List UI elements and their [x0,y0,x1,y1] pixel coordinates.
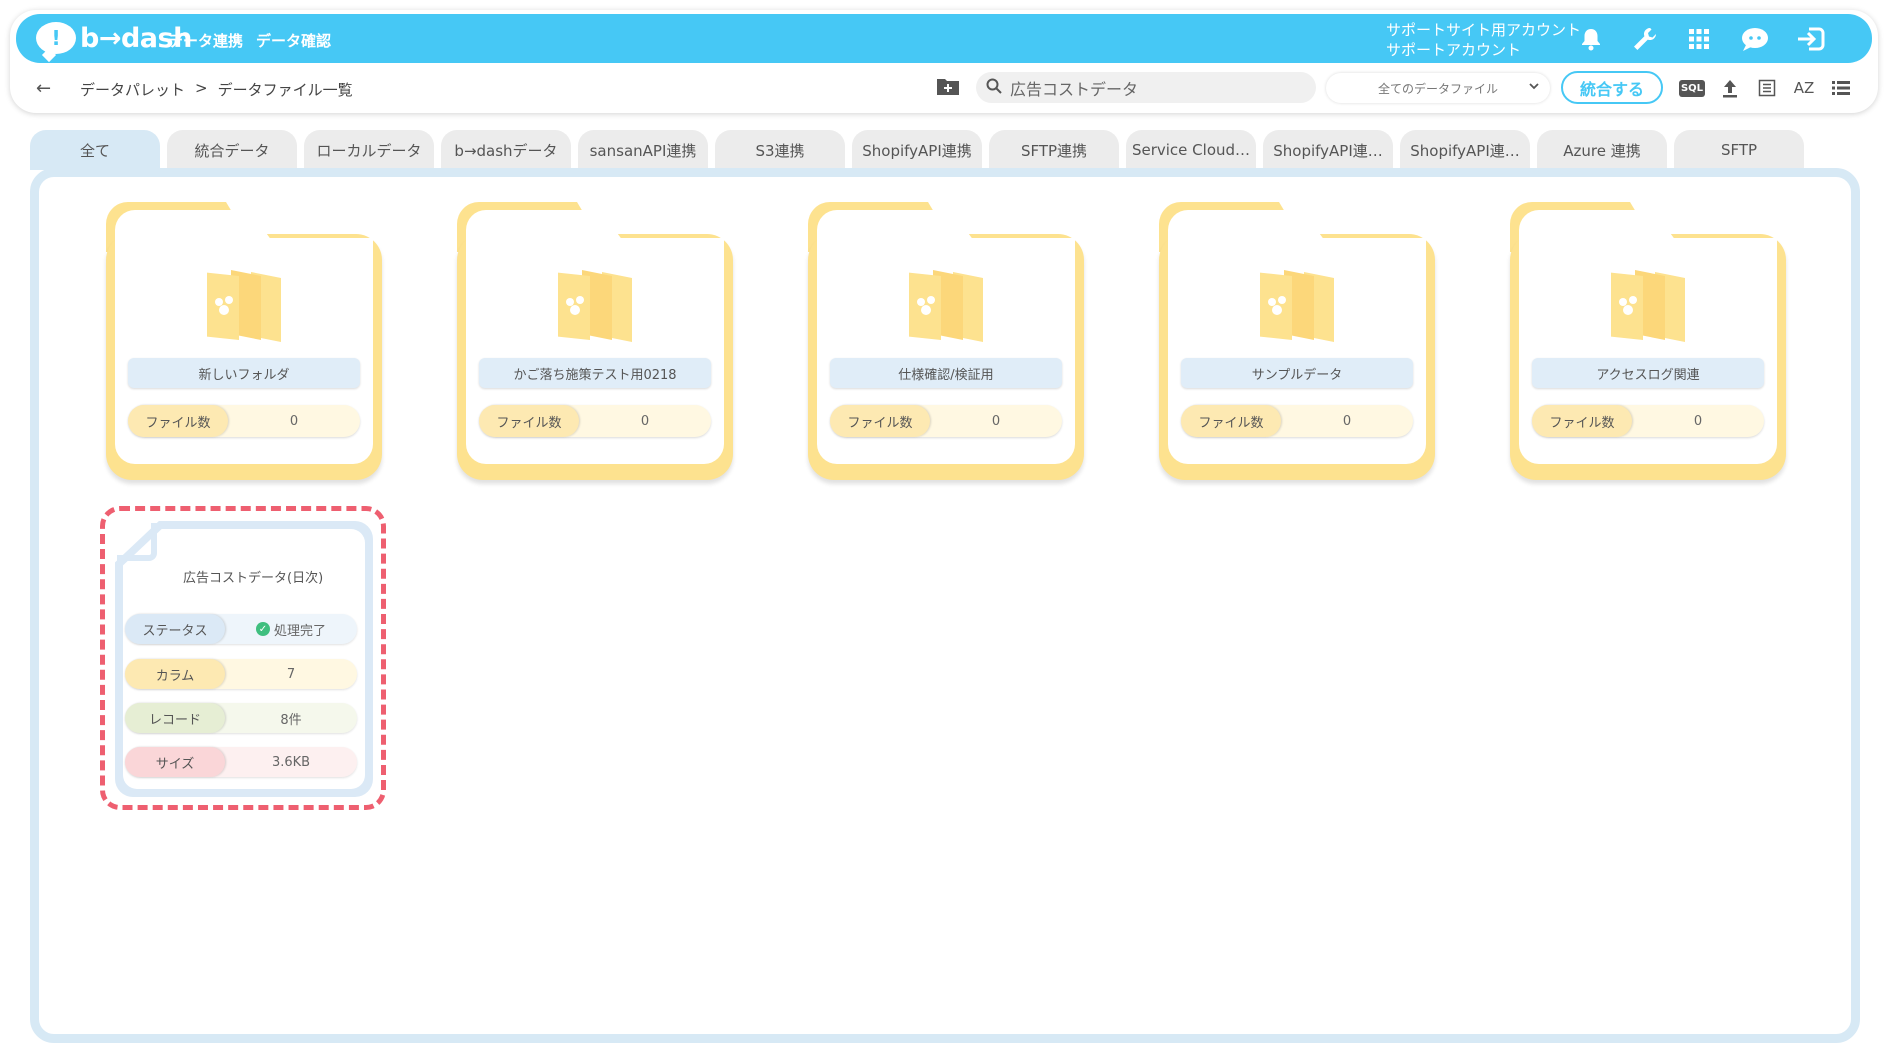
folder-file-count: ファイル数 0 [830,405,1062,437]
folder-count-label: ファイル数 [830,405,930,437]
tab-shopify-api-3[interactable]: ShopifyAPI連… [1400,130,1530,170]
column-value: 7 [286,666,296,682]
tab-sftp[interactable]: SFTP [1674,130,1804,170]
file-type-select[interactable]: 全てのデータファイル [1326,73,1550,103]
status-text: 処理完了 [273,623,326,639]
account-site-name: サポートサイト用アカウント [1386,21,1582,39]
top-navigation-bar: ! b→dash データ連携 データ確認 サポートサイト用アカウント サポートア… [16,14,1872,63]
status-label: ステータス [125,614,225,644]
folder-file-count: ファイル数 0 [1181,405,1413,437]
sort-az-label: AZ [1793,79,1815,97]
file-name: 広告コストデータ(日次) [183,571,324,586]
folder-count-value: 0 [640,413,650,429]
upload-icon[interactable] [1717,76,1743,100]
breadcrumb-current: データファイル一覧 [217,81,353,99]
breadcrumb-root[interactable]: データパレット [80,79,185,100]
folder-count-value: 0 [1342,413,1352,429]
folder-files-icon [558,270,632,342]
folder-card[interactable]: サンプルデータ ファイル数 0 [1159,202,1435,480]
folder-count-value: 0 [1693,413,1703,429]
nav-data-check[interactable]: データ確認 [256,30,331,51]
tab-s3[interactable]: S3連携 [715,130,845,170]
highlighted-file-card[interactable]: 広告コストデータ(日次) ステータス ✓ 処理完了 カラム 7 レコード 8件 … [100,506,386,810]
file-column-row: カラム 7 [125,659,357,689]
account-user-name: サポートアカウント [1386,41,1522,59]
folder-name: サンプルデータ [1181,358,1413,388]
folder-files-icon [909,270,983,342]
check-circle-icon: ✓ [255,622,270,636]
tab-merged-data[interactable]: 統合データ [167,130,297,170]
nav-data-integration[interactable]: データ連携 [168,30,243,51]
tab-all[interactable]: 全て [30,130,160,170]
wrench-icon[interactable] [1630,24,1660,54]
folder-count-value: 0 [991,413,1001,429]
account-info[interactable]: サポートサイト用アカウント サポートアカウント [1386,20,1581,60]
file-size-row: サイズ 3.6KB [125,747,357,777]
folder-files-icon [1611,270,1685,342]
column-label: カラム [125,659,225,689]
size-value: 3.6KB [271,754,311,770]
tab-azure[interactable]: Azure 連携 [1537,130,1667,170]
tab-sftp-link[interactable]: SFTP連携 [989,130,1119,170]
folder-file-count: ファイル数 0 [479,405,711,437]
list-view-icon[interactable] [1754,76,1780,100]
folder-file-count: ファイル数 0 [1532,405,1764,437]
folder-files-icon [207,270,281,342]
folder-count-value: 0 [289,413,299,429]
folder-card[interactable]: アクセスログ関連 ファイル数 0 [1510,202,1786,480]
search-icon [986,78,1002,98]
tab-local-data[interactable]: ローカルデータ [304,130,434,170]
folder-name: 新しいフォルダ [128,358,360,388]
status-value: ✓ 処理完了 [225,620,357,639]
search-box[interactable] [976,72,1316,103]
record-value: 8件 [280,712,302,728]
file-type-select-value: 全てのデータファイル [1377,81,1498,96]
folder-card[interactable]: 仕様確認/検証用 ファイル数 0 [808,202,1084,480]
back-arrow-icon[interactable]: ← [36,78,51,99]
folder-name: アクセスログ関連 [1532,358,1764,388]
file-status-row: ステータス ✓ 処理完了 [125,614,357,644]
folder-files-icon [1260,270,1334,342]
tab-shopify-api-2[interactable]: ShopifyAPI連… [1263,130,1393,170]
folder-file-count: ファイル数 0 [128,405,360,437]
folder-name: かご落ち施策テスト用0218 [479,358,711,388]
sql-icon[interactable]: SQL [1678,76,1706,100]
menu-list-icon[interactable] [1828,76,1854,100]
folder-count-label: ファイル数 [128,405,228,437]
tab-shopify-api[interactable]: ShopifyAPI連携 [852,130,982,170]
folder-name: 仕様確認/検証用 [830,358,1062,388]
add-folder-icon[interactable] [936,76,960,96]
breadcrumb: データパレット > データファイル一覧 [80,79,353,100]
bell-icon[interactable] [1576,24,1606,54]
file-record-row: レコード 8件 [125,703,357,733]
logout-icon[interactable] [1796,24,1826,54]
size-label: サイズ [125,747,225,777]
record-label: レコード [125,703,225,733]
sql-icon-label: SQL [1678,79,1706,97]
folder-count-label: ファイル数 [1181,405,1281,437]
folder-card[interactable]: かご落ち施策テスト用0218 ファイル数 0 [457,202,733,480]
file-corner-fold [117,523,157,561]
grid-icon[interactable] [1684,24,1714,54]
folder-card[interactable]: 新しいフォルダ ファイル数 0 [106,202,382,480]
chat-icon[interactable] [1740,24,1770,54]
folder-count-label: ファイル数 [479,405,579,437]
logo-bubble-icon: ! [36,22,76,54]
chevron-down-icon [1528,80,1540,95]
breadcrumb-separator: > [195,79,208,97]
folder-count-label: ファイル数 [1532,405,1632,437]
merge-button[interactable]: 統合する [1561,71,1663,104]
search-input[interactable] [1010,78,1290,97]
tab-service-cloud[interactable]: Service Cloud… [1126,130,1256,170]
tab-sansan-api[interactable]: sansanAPI連携 [578,130,708,170]
tab-bdash-data[interactable]: b→dashデータ [441,130,571,170]
sort-az-icon[interactable]: AZ [1791,76,1817,100]
